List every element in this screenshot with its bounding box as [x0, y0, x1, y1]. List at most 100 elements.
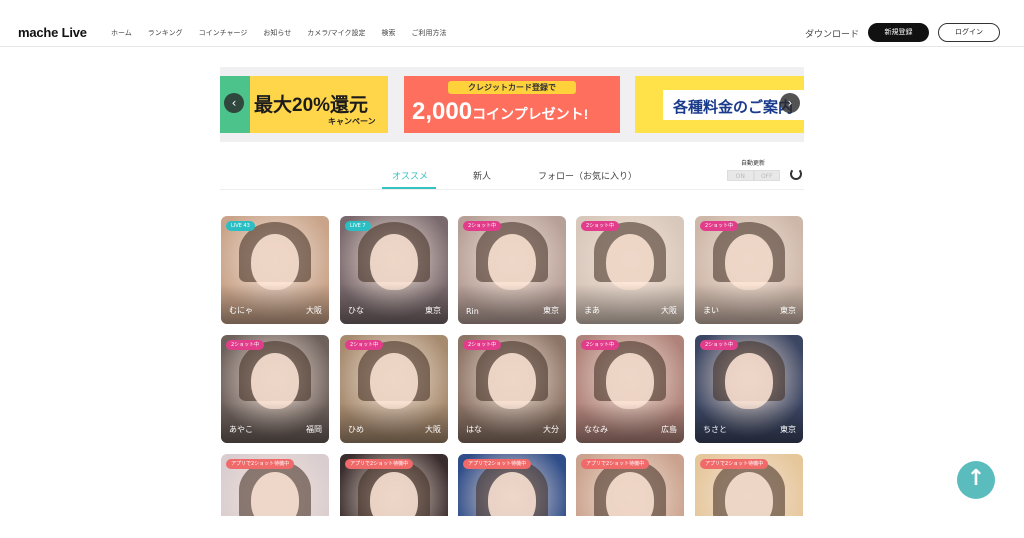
performer-location: 東京 [780, 306, 796, 315]
status-badge: アプリで2ショット待機中 [700, 459, 769, 469]
status-badge: 2ショット中 [700, 340, 739, 350]
performer-name: あやこ [229, 425, 253, 434]
performer-card[interactable]: 2ショット中 Rin 東京 [458, 216, 566, 324]
category-tabs: オススメ 新人 フォロー（お気に入り） [220, 160, 804, 190]
performer-photo-face [251, 234, 299, 290]
auto-refresh-toggle[interactable]: ON OFF [727, 170, 780, 181]
performer-card[interactable]: 2ショット中 まあ 大阪 [576, 216, 684, 324]
banner-credit-top: クレジットカード登録で [448, 81, 576, 94]
nav-ranking[interactable]: ランキング [148, 28, 183, 38]
performer-name: ちさと [703, 425, 727, 434]
logo[interactable]: mache Live [18, 25, 87, 40]
performer-card[interactable]: LIVE 43 むにゃ 大阪 [221, 216, 329, 324]
refresh-icon[interactable] [790, 168, 802, 180]
banner-campaign-title: 最大20%還元 [254, 95, 369, 116]
performer-photo-face [488, 234, 536, 290]
campaign-banner[interactable]: 最大20%還元 キャンペーン [220, 76, 388, 133]
scroll-to-top-icon[interactable]: ↑ [957, 461, 995, 499]
performer-name: はな [466, 425, 482, 434]
toggle-off[interactable]: OFF [753, 170, 780, 181]
performer-card[interactable]: 2ショット中 ななみ 広島 [576, 335, 684, 443]
credit-card-banner[interactable]: クレジットカード登録で 2,000コインプレゼント! [404, 76, 620, 133]
banner-credit-unit: コイン [472, 106, 514, 122]
login-button[interactable]: ログイン [938, 23, 1000, 42]
status-badge: 2ショット中 [581, 340, 620, 350]
performer-location: 大阪 [306, 306, 322, 315]
card-shade [458, 403, 566, 443]
card-shade [340, 403, 448, 443]
download-link[interactable]: ダウンロード [805, 27, 859, 40]
performer-location: 大阪 [425, 425, 441, 434]
pricing-banner[interactable]: 各種料金のご案内 [635, 76, 804, 133]
performer-card[interactable]: 2ショット中 ちさと 東京 [695, 335, 803, 443]
card-shade [695, 284, 803, 324]
status-badge: アプリで2ショット待機中 [345, 459, 414, 469]
nav-camera-mic-settings[interactable]: カメラ/マイク設定 [307, 28, 365, 38]
toggle-on[interactable]: ON [727, 170, 754, 181]
performer-photo-face [370, 234, 418, 290]
performer-photo-face [251, 353, 299, 409]
card-shade [576, 284, 684, 324]
status-badge: LIVE 7 [345, 221, 371, 231]
tab-new[interactable]: 新人 [473, 169, 491, 182]
performer-name: ななみ [584, 425, 608, 434]
performer-photo-face [488, 353, 536, 409]
performer-card[interactable]: 2ショット中 はな 大分 [458, 335, 566, 443]
status-badge: LIVE 43 [226, 221, 255, 231]
status-badge: 2ショット中 [345, 340, 384, 350]
performer-name: むにゃ [229, 306, 253, 315]
performer-card[interactable]: アプリで2ショット待機中 [221, 454, 329, 516]
nav-search[interactable]: 検索 [381, 28, 395, 38]
performer-card[interactable]: LIVE 7 ひな 東京 [340, 216, 448, 324]
performer-name: まい [703, 306, 719, 315]
carousel-next-icon[interactable]: › [780, 93, 800, 113]
nav-coin-charge[interactable]: コインチャージ [199, 28, 248, 38]
performer-location: 東京 [543, 306, 559, 315]
tab-follow[interactable]: フォロー（お気に入り） [538, 169, 637, 182]
performer-card[interactable]: アプリで2ショット待機中 [576, 454, 684, 516]
performer-location: 福岡 [306, 425, 322, 434]
performer-photo-face [725, 353, 773, 409]
main-nav: ホーム ランキング コインチャージ お知らせ カメラ/マイク設定 検索 ご利用方… [111, 28, 462, 38]
status-badge: 2ショット中 [463, 340, 502, 350]
nav-home[interactable]: ホーム [111, 28, 132, 38]
performer-card[interactable]: 2ショット中 あやこ 福岡 [221, 335, 329, 443]
performer-photo-face [725, 234, 773, 290]
banner-credit-amount: 2,000 [412, 98, 473, 125]
card-shade [458, 284, 566, 324]
status-badge: 2ショット中 [463, 221, 502, 231]
performer-card[interactable]: アプリで2ショット待機中 [340, 454, 448, 516]
status-badge: 2ショット中 [581, 221, 620, 231]
banner-campaign-sub: キャンペーン [328, 117, 376, 126]
performer-card[interactable]: 2ショット中 ひめ 大阪 [340, 335, 448, 443]
nav-news[interactable]: お知らせ [263, 28, 291, 38]
performer-location: 東京 [425, 306, 441, 315]
status-badge: アプリで2ショット待機中 [581, 459, 650, 469]
performer-name: まあ [584, 306, 600, 315]
card-shade [221, 284, 329, 324]
performer-location: 東京 [780, 425, 796, 434]
performer-card[interactable]: アプリで2ショット待機中 [695, 454, 803, 516]
performer-card[interactable]: 2ショット中 まい 東京 [695, 216, 803, 324]
card-shade [695, 403, 803, 443]
performer-location: 大阪 [661, 306, 677, 315]
banner-carousel: 最大20%還元 キャンペーン クレジットカード登録で 2,000コインプレゼント… [220, 67, 804, 142]
register-button[interactable]: 新規登録 [868, 23, 929, 42]
status-badge: 2ショット中 [226, 340, 265, 350]
performer-location: 広島 [661, 425, 677, 434]
performer-photo-face [606, 353, 654, 409]
carousel-prev-icon[interactable]: ‹ [224, 93, 244, 113]
site-header: mache Live ホーム ランキング コインチャージ お知らせ カメラ/マイ… [0, 0, 1024, 47]
auto-refresh-label: 自動更新 [741, 160, 766, 167]
performer-card[interactable]: アプリで2ショット待機中 [458, 454, 566, 516]
banner-pricing-text: 各種料金のご案内 [673, 98, 794, 116]
performer-name: Rin [466, 307, 479, 316]
card-shade [340, 284, 448, 324]
tab-recommended[interactable]: オススメ [392, 169, 428, 182]
status-badge: 2ショット中 [700, 221, 739, 231]
card-shade [221, 403, 329, 443]
active-tab-indicator [382, 187, 436, 189]
nav-how-to-use[interactable]: ご利用方法 [411, 28, 446, 38]
status-badge: アプリで2ショット待機中 [226, 459, 295, 469]
performer-grid: LIVE 43 むにゃ 大阪 LIVE 7 ひな 東京 2ショット中 Rin 東京 2ショット中ま… [221, 216, 803, 516]
